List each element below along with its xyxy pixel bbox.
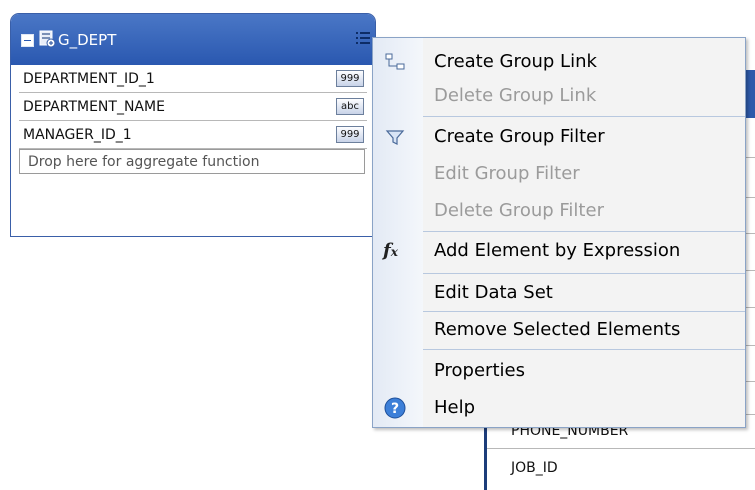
menu-item-help[interactable]: ? Help: [373, 389, 745, 426]
context-menu: Create Group Link Delete Group Link Crea…: [372, 37, 746, 428]
table-row[interactable]: JOB_ID: [511, 460, 558, 476]
group-link-icon: [385, 53, 405, 70]
fx-icon: fx: [383, 240, 398, 261]
menu-item-properties[interactable]: Properties: [373, 352, 745, 389]
field-name: DEPARTMENT_NAME: [23, 99, 165, 115]
menu-item-remove-selected-elements[interactable]: Remove Selected Elements: [373, 311, 745, 348]
menu-item-edit-data-set[interactable]: Edit Data Set: [373, 274, 745, 311]
group-box[interactable]: G_DEPT DEPARTMENT_ID_1 999 DEPARTMENT_NA…: [10, 13, 376, 237]
menu-item-label: Delete Group Filter: [434, 200, 604, 221]
svg-text:?: ?: [391, 401, 399, 417]
field-name: MANAGER_ID_1: [23, 127, 132, 143]
collapse-icon[interactable]: [21, 34, 34, 47]
menu-item-label: Delete Group Link: [434, 85, 597, 106]
field-name: DEPARTMENT_ID_1: [23, 71, 155, 87]
group-fields: DEPARTMENT_ID_1 999 DEPARTMENT_NAME abc …: [11, 65, 375, 149]
menu-item-create-group-link[interactable]: Create Group Link: [373, 43, 745, 80]
menu-item-label: Properties: [434, 360, 525, 381]
menu-item-label: Create Group Filter: [434, 126, 605, 147]
text-type-icon: abc: [336, 98, 364, 115]
field-row[interactable]: DEPARTMENT_ID_1 999: [19, 65, 367, 93]
field-row[interactable]: MANAGER_ID_1 999: [19, 121, 367, 149]
menu-item-label: Remove Selected Elements: [434, 319, 681, 340]
menu-separator: [423, 116, 745, 117]
data-group-icon: [39, 30, 56, 48]
group-menu-icon[interactable]: [355, 30, 371, 46]
filter-icon: [385, 130, 405, 145]
number-type-icon: 999: [336, 70, 364, 87]
help-icon: ?: [384, 397, 406, 419]
group-header[interactable]: G_DEPT: [11, 14, 375, 65]
menu-item-label: Edit Group Filter: [434, 163, 580, 184]
menu-item-add-element-by-expression[interactable]: fx Add Element by Expression: [373, 232, 745, 269]
menu-item-delete-group-link[interactable]: Delete Group Link: [373, 77, 745, 114]
menu-item-edit-group-filter[interactable]: Edit Group Filter: [373, 155, 745, 192]
number-type-icon: 999: [336, 126, 364, 143]
menu-item-delete-group-filter[interactable]: Delete Group Filter: [373, 192, 745, 229]
menu-item-label: Add Element by Expression: [434, 240, 681, 261]
menu-separator: [423, 349, 745, 350]
menu-item-create-group-filter[interactable]: Create Group Filter: [373, 118, 745, 155]
menu-item-label: Edit Data Set: [434, 282, 553, 303]
field-row[interactable]: DEPARTMENT_NAME abc: [19, 93, 367, 121]
menu-item-label: Help: [434, 397, 476, 418]
menu-item-label: Create Group Link: [434, 51, 597, 72]
group-title: G_DEPT: [58, 31, 117, 49]
aggregate-drop-zone[interactable]: Drop here for aggregate function: [19, 149, 365, 174]
